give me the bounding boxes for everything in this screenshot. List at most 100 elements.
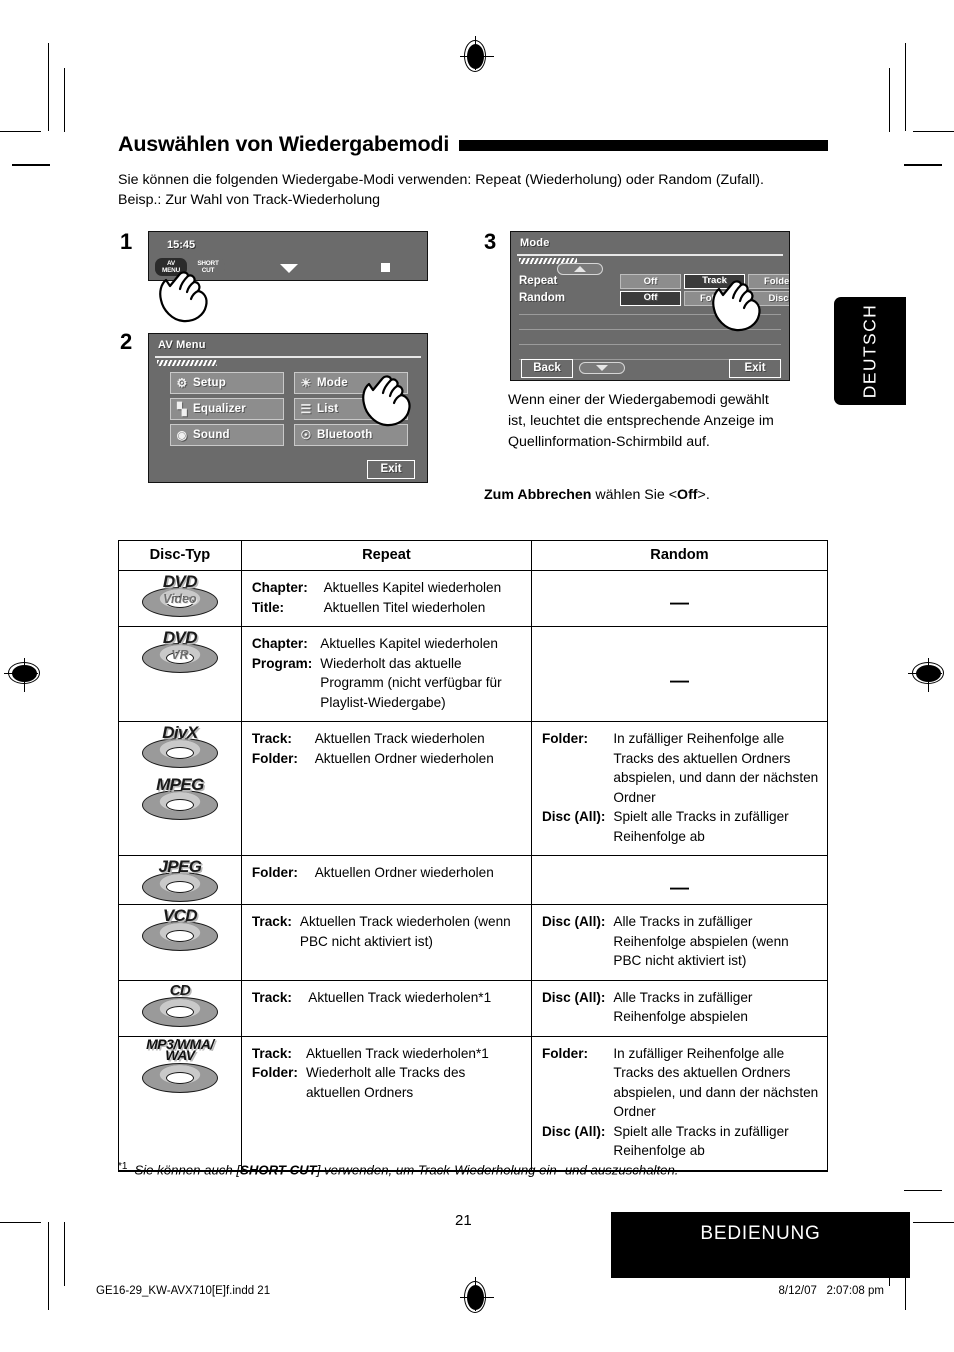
av-menu-exit-button[interactable]: Exit <box>367 460 415 479</box>
random-cell: Disc (All): Alle Tracks in zufälliger Rei… <box>530 904 829 981</box>
pointing-hand-step3 <box>705 277 767 335</box>
desc: Alle Tracks in zufälliger Reihenfolge ab… <box>613 914 789 968</box>
desc: In zufälliger Reihenfolge alle Tracks de… <box>613 1045 819 1120</box>
page-number: 21 <box>455 1212 472 1229</box>
scroll-down-button[interactable] <box>579 362 625 374</box>
disc-label: JPEG <box>158 857 202 876</box>
disc-cell-cd: CD <box>118 980 242 1037</box>
disc-label: DivX <box>162 723 198 742</box>
footer-timestamp: 8/12/07 2:07:08 pm <box>778 1285 885 1297</box>
scroll-up-button[interactable] <box>557 263 603 275</box>
av-menu-label-1: AV <box>166 260 175 267</box>
table-row: DVD VR Chapter: Aktuelles Kapitel wiederh… <box>118 626 829 722</box>
step-2-number: 2 <box>120 329 133 354</box>
pointing-hand-step1 <box>152 268 214 326</box>
cancel-note-off: Off <box>677 487 698 503</box>
footnote-shortcut: SHORT CUT <box>240 1162 317 1178</box>
triangle-up-icon <box>574 266 586 272</box>
repeat-cell: Track: Aktuellen Track wiederholen*1 Fold… <box>240 1036 532 1172</box>
disc-sublabel: Video <box>163 592 197 606</box>
disc-icon-mp3 <box>128 1061 232 1093</box>
desc: Wiederholt das aktuelle Programm (nicht … <box>320 655 502 710</box>
cancel-note: Zum Abbrechen wählen Sie <Off>. <box>484 485 834 505</box>
disc-cell-mp3: MP3/WMA/ WAV <box>118 1036 242 1172</box>
title-rule <box>459 140 828 151</box>
footnote-text-b: ] verwenden, um Track-Wiederholung ein- … <box>316 1162 679 1178</box>
disc-label: VCD <box>162 906 198 925</box>
repeat-cell: Track: Aktuellen Track wiederholen Folder… <box>240 721 532 856</box>
repeat-cell: Chapter: Aktuelles Kapitel wiederholen Pr… <box>240 626 532 722</box>
table-header-repeat: Repeat <box>240 540 532 571</box>
menu-button-setup[interactable]: ⚙ Setup <box>170 372 284 394</box>
desc: In zufälliger Reihenfolge alle Tracks de… <box>613 731 819 805</box>
step-3-number: 3 <box>484 229 497 254</box>
repeat-cell: Track: Aktuellen Track wiederholen*1 <box>240 980 532 1037</box>
random-dash: — <box>669 878 689 899</box>
table-row: JPEG Folder: Aktuellen Ordner wiederholen… <box>118 855 829 905</box>
random-dash: — <box>669 671 689 692</box>
cancel-note-bold: Zum Abbrechen <box>484 487 592 503</box>
cancel-note-tail: >. <box>697 487 710 503</box>
term: Chapter: <box>251 636 308 651</box>
playback-modes-table: Disc-Typ Repeat Random DVD Video Chapter… <box>118 540 829 1172</box>
mode-back-button[interactable]: Back <box>521 359 573 378</box>
stop-square-icon[interactable] <box>381 263 390 272</box>
triangle-down-icon <box>596 365 608 371</box>
menu-button-sound[interactable]: ◉ Sound <box>170 424 284 446</box>
footnote: *1 Sie können auch [SHORT CUT] verwenden,… <box>118 1158 838 1179</box>
disc-icon-divx: DivX <box>128 723 232 770</box>
page-title: Auswählen von Wiedergabemodi <box>118 132 450 156</box>
term: Program: <box>251 655 313 671</box>
page-title-row: Auswählen von Wiedergabemodi <box>118 132 828 157</box>
repeat-option-off[interactable]: Off <box>620 274 681 289</box>
disc-sublabel: VR <box>171 648 189 662</box>
disc-label: CD <box>169 981 191 999</box>
desc: Alle Tracks in zufälliger Reihenfolge ab… <box>613 989 753 1025</box>
random-cell: Folder: In zufälliger Reihenfolge alle Tr… <box>530 721 829 856</box>
disc-icon-dvd-vr: DVD VR <box>128 628 232 675</box>
table-row: MP3/WMA/ WAV Track: Aktuellen Track wiede… <box>118 1036 829 1172</box>
menu-label-sound: Sound <box>193 429 230 441</box>
table-row: DVD Video Chapter: Aktuelles Kapitel wied… <box>118 570 829 627</box>
desc: Aktuellen Track wiederholen (wenn PBC ni… <box>299 914 511 949</box>
random-option-off[interactable]: Off <box>620 291 681 306</box>
term: Track: <box>251 989 292 1005</box>
speaker-icon: ◉ <box>176 428 188 442</box>
term: Track: <box>251 1045 292 1061</box>
language-tab-deutsch: DEUTSCH <box>834 297 906 405</box>
mode-title-rule <box>517 254 783 256</box>
footnote-text-a: Sie können auch [ <box>134 1162 241 1178</box>
random-cell: — <box>530 855 829 905</box>
equalizer-icon: ▚ <box>177 402 187 416</box>
clock-display: 15:45 <box>167 239 196 251</box>
footer-filename: GE16-29_KW-AVX710[E]f.indd 21 <box>96 1285 271 1297</box>
desc: Aktuelles Kapitel wiederholen <box>320 636 498 651</box>
table-header-row: Disc-Typ Repeat Random <box>118 540 829 571</box>
random-cell: Folder: In zufälliger Reihenfolge alle Tr… <box>530 1036 829 1172</box>
disc-icon-jpeg: JPEG <box>128 857 232 904</box>
mode-row-label-repeat: Repeat <box>519 275 558 287</box>
short-cut-label-1: SHORT <box>197 260 219 267</box>
gear-icon: ⚙ <box>176 376 188 390</box>
menu-label-setup: Setup <box>193 377 226 389</box>
bluetooth-icon: ☉ <box>300 428 312 442</box>
disc-cell-divx-mpeg: DivX MPEG <box>118 721 242 856</box>
disc-label: DVD <box>162 572 198 591</box>
mode-sun-icon: ☀ <box>300 376 312 390</box>
term: Disc (All): <box>541 989 606 1005</box>
desc: Spielt alle Tracks in zufälliger Reihenf… <box>613 1123 789 1159</box>
triangle-down-icon[interactable] <box>280 264 298 273</box>
random-cell: Disc (All): Alle Tracks in zufälliger Rei… <box>530 980 829 1037</box>
term: Folder: <box>251 1065 298 1080</box>
mode-note: Wenn einer der Wiedergabemodi gewählt is… <box>508 390 838 453</box>
term: Track: <box>251 914 292 929</box>
table-row: DivX MPEG Track: Aktuellen Track wiederho… <box>118 721 829 856</box>
mode-exit-button[interactable]: Exit <box>729 359 781 378</box>
desc: Aktuellen Ordner wiederholen <box>314 865 494 880</box>
footnote-mark: *1 <box>118 1161 128 1172</box>
term: Title: <box>251 599 285 615</box>
disc-icon-dvd-video: DVD Video <box>128 572 232 619</box>
menu-label-bluetooth: Bluetooth <box>317 429 373 441</box>
term: Disc (All): <box>541 809 606 824</box>
menu-button-equalizer[interactable]: ▚ Equalizer <box>170 398 284 420</box>
